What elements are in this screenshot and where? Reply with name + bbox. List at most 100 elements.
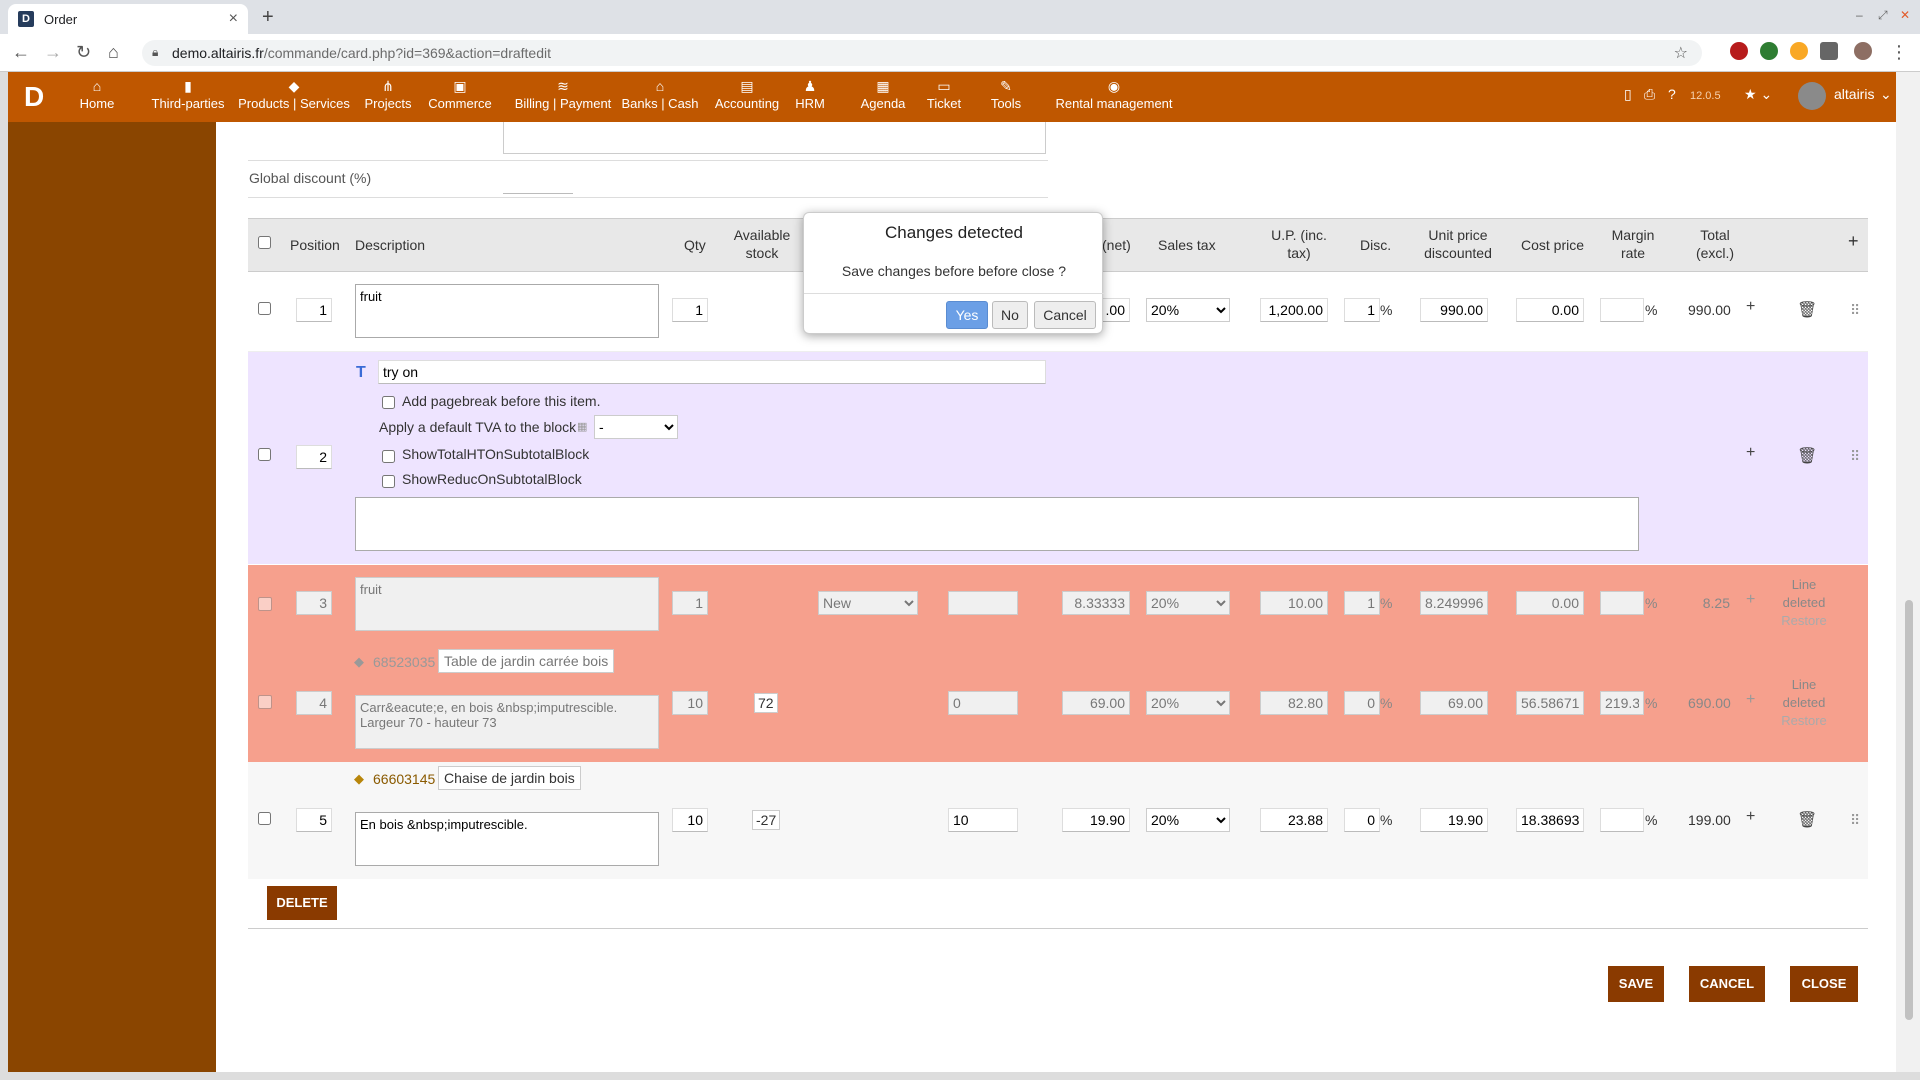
url-field[interactable]: 🔒︎ demo.altairis.fr/commande/card.php?id… [142, 40, 1702, 66]
add-line-icon[interactable]: + [1746, 298, 1755, 316]
trash-icon[interactable]: 🗑︎ [1797, 810, 1817, 830]
show-reduc-checkbox[interactable] [382, 475, 395, 488]
show-total-checkbox[interactable] [382, 450, 395, 463]
restore-link[interactable]: Restore [1781, 713, 1827, 728]
lock-icon: 🔒︎ [152, 45, 159, 59]
nav-products[interactable]: ◆ Products | Services [224, 76, 364, 112]
nav-projects[interactable]: ⋔ Projects [348, 76, 428, 112]
position-input[interactable] [296, 298, 332, 322]
pdf-icon[interactable]: ▯ [1624, 86, 1632, 103]
pagebreak-checkbox[interactable] [382, 396, 395, 409]
position-input[interactable] [296, 808, 332, 832]
nav-hrm[interactable]: ♟ HRM [780, 76, 840, 112]
add-line-icon[interactable]: + [1746, 808, 1755, 826]
bookmarks-star-icon[interactable]: ★ ⌄ [1744, 86, 1772, 103]
reload-icon[interactable]: ↻ [76, 42, 91, 63]
close-button[interactable]: CLOSE [1790, 966, 1858, 1002]
no-button[interactable]: No [992, 301, 1028, 329]
nav-agenda[interactable]: ▦ Agenda [848, 76, 918, 112]
block-description-textarea[interactable] [355, 497, 1639, 551]
save-button[interactable]: SAVE [1608, 966, 1664, 1002]
nav-banks[interactable]: ⌂ Banks | Cash [612, 76, 708, 112]
yes-button[interactable]: Yes [946, 301, 988, 329]
dolibarr-logo-icon[interactable]: D [24, 82, 54, 112]
browser-menu-icon[interactable]: ⋮ [1890, 42, 1908, 63]
product-ref[interactable]: 68523035 [373, 654, 435, 670]
block-title-input[interactable] [378, 360, 1046, 384]
sales-tax-select[interactable]: 20% [1146, 298, 1230, 322]
close-window-icon[interactable]: ✕ [1900, 8, 1910, 22]
margin-rate-input[interactable] [1600, 808, 1644, 832]
restore-link[interactable]: Restore [1781, 613, 1827, 628]
trash-icon[interactable]: 🗑︎ [1797, 446, 1817, 466]
unit-price-discounted-input[interactable] [1420, 298, 1488, 322]
extension-colorful-icon[interactable] [1790, 42, 1808, 60]
close-tab-icon[interactable]: × [229, 10, 238, 28]
extension-shield-icon[interactable] [1730, 42, 1748, 60]
description-textarea[interactable]: En bois &nbsp;imputrescible. [355, 812, 659, 866]
browser-tab[interactable]: D Order × [8, 4, 248, 34]
sales-tax-select[interactable]: 20% [1146, 808, 1230, 832]
position-input[interactable] [296, 445, 332, 469]
add-line-icon[interactable]: + [1746, 444, 1755, 462]
extensions-puzzle-icon[interactable] [1820, 42, 1838, 60]
nav-billing[interactable]: ≋ Billing | Payment [498, 76, 628, 112]
restore-icon[interactable]: ⤢ [1878, 8, 1888, 23]
row-checkbox[interactable] [258, 302, 271, 315]
nav-commerce[interactable]: ▣ Commerce [418, 76, 502, 112]
home-icon[interactable]: ⌂ [108, 42, 119, 63]
nav-tools[interactable]: ✎ Tools [974, 76, 1038, 112]
cancel-button[interactable]: CANCEL [1689, 966, 1765, 1002]
nav-label: HRM [795, 96, 825, 111]
cancel-dialog-button[interactable]: Cancel [1034, 301, 1096, 329]
forward-icon[interactable]: → [44, 42, 62, 63]
tab-title: Order [44, 11, 78, 27]
user-chevron-down-icon[interactable]: ⌄ [1880, 86, 1892, 103]
profile-avatar-icon[interactable] [1854, 42, 1872, 60]
margin-rate-input[interactable] [1600, 298, 1644, 322]
up-inc-tax-input[interactable] [1260, 808, 1328, 832]
extension-tool-icon[interactable] [1760, 42, 1778, 60]
help-icon[interactable]: ? [1668, 86, 1676, 102]
cost-price-input[interactable] [1516, 808, 1584, 832]
header-line: Margin [1611, 227, 1655, 243]
add-column-icon[interactable]: + [1848, 232, 1859, 250]
nav-accounting[interactable]: ▤ Accounting [702, 76, 792, 112]
nav-home[interactable]: ⌂ Home [62, 76, 132, 112]
unit-price-discounted-input[interactable] [1420, 808, 1488, 832]
product-ref-link[interactable]: 66603145 [373, 771, 435, 787]
drag-handle-icon[interactable]: ⠿ [1850, 448, 1860, 465]
row-checkbox[interactable] [258, 812, 271, 825]
drag-handle-icon[interactable]: ⠿ [1850, 302, 1860, 319]
row-checkbox[interactable] [258, 448, 271, 461]
minimize-icon[interactable]: – [1856, 8, 1863, 22]
qty-input[interactable] [672, 298, 708, 322]
discount-input[interactable] [1344, 298, 1380, 322]
up-inc-tax-input[interactable] [1260, 298, 1328, 322]
scrollbar-thumb[interactable] [1905, 600, 1913, 1020]
trash-icon[interactable]: 🗑︎ [1797, 300, 1817, 320]
status-select: New [818, 591, 918, 615]
note-field[interactable] [503, 122, 1046, 154]
buy-price-input[interactable] [948, 808, 1018, 832]
bookmark-star-icon[interactable]: ☆ [1674, 43, 1688, 63]
drag-handle-icon[interactable]: ⠿ [1850, 812, 1860, 829]
select-all-checkbox[interactable] [258, 236, 271, 249]
print-icon[interactable]: ⎙ [1644, 86, 1655, 103]
net-price-input[interactable] [1062, 808, 1130, 832]
percent-sign: % [1645, 302, 1658, 318]
nav-ticket[interactable]: ▭ Ticket [912, 76, 976, 112]
discount-input[interactable] [1344, 808, 1380, 832]
description-textarea[interactable]: fruit [355, 284, 659, 338]
qty-input[interactable] [672, 808, 708, 832]
new-tab-button[interactable]: + [262, 6, 274, 29]
user-name[interactable]: altairis [1834, 86, 1874, 102]
nav-rental[interactable]: ◉ Rental management [1044, 76, 1184, 112]
cost-price-input[interactable] [1516, 298, 1584, 322]
tva-select[interactable]: - [594, 415, 678, 439]
user-avatar[interactable] [1798, 82, 1826, 110]
global-discount-input[interactable] [503, 174, 573, 194]
header-line: rate [1620, 245, 1646, 261]
delete-button[interactable]: DELETE [267, 886, 337, 920]
back-icon[interactable]: ← [12, 42, 30, 63]
